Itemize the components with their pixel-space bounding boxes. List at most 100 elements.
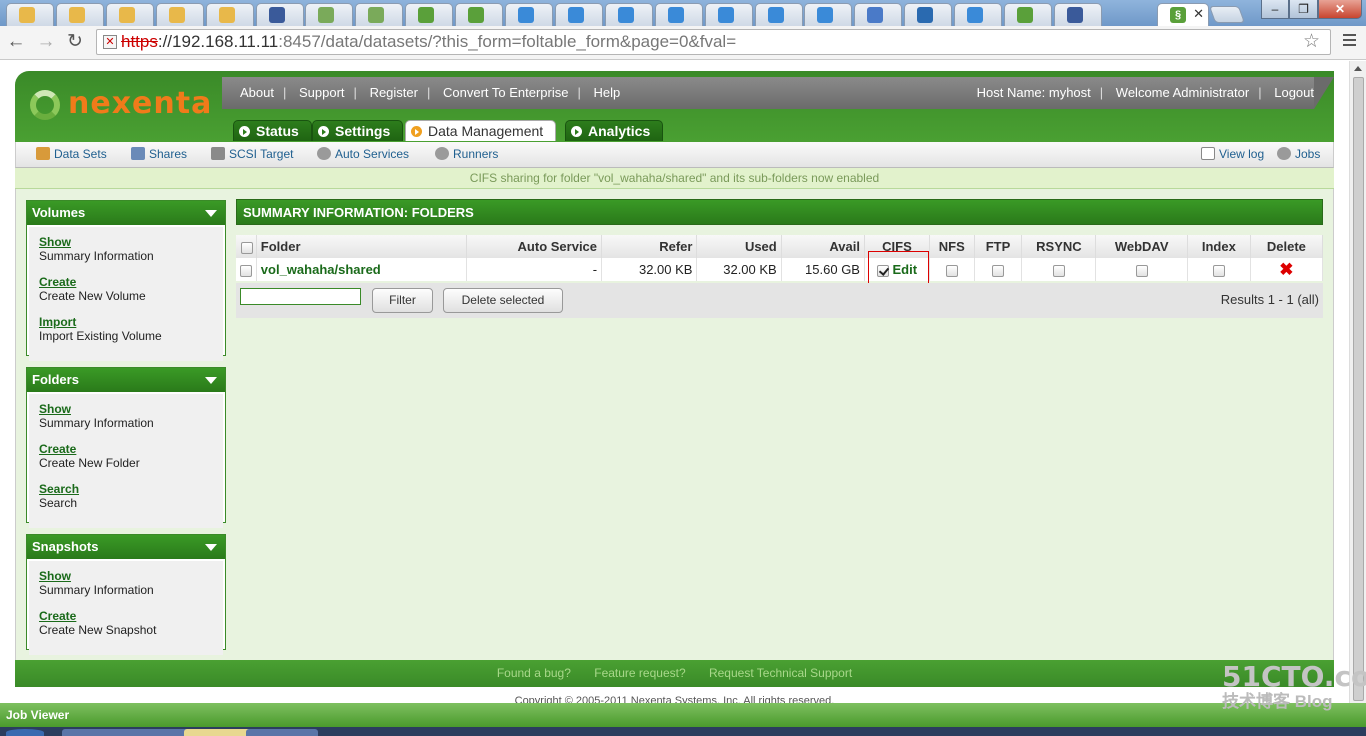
browser-tab[interactable] — [105, 3, 154, 26]
maximize-button[interactable]: ❐ — [1289, 0, 1318, 19]
browser-tab[interactable] — [704, 3, 753, 26]
scroll-up-arrow-icon[interactable] — [1354, 66, 1362, 71]
browser-tab[interactable] — [804, 3, 853, 26]
volumes-show-link[interactable]: Show — [39, 235, 213, 249]
subnav-auto-services[interactable]: Auto Services — [317, 147, 409, 161]
tech-support-link[interactable]: Request Technical Support — [709, 666, 852, 680]
browser-tab[interactable] — [904, 3, 953, 26]
minimize-button[interactable]: – — [1261, 0, 1289, 19]
volumes-import-link[interactable]: Import — [39, 315, 213, 329]
col-auto-service[interactable]: Auto Service — [466, 235, 603, 258]
volumes-create-link[interactable]: Create — [39, 275, 213, 289]
bookmark-star-icon[interactable]: ☆ — [1303, 30, 1320, 54]
feature-request-link[interactable]: Feature request? — [594, 666, 685, 680]
convert-enterprise-link[interactable]: Convert To Enterprise — [443, 85, 569, 100]
close-window-button[interactable]: ✕ — [1318, 0, 1362, 19]
browser-tab[interactable] — [255, 3, 304, 26]
browser-tab[interactable] — [205, 3, 254, 26]
filter-button[interactable]: Filter — [372, 288, 433, 313]
folders-panel: Folders Show Summary Information Create … — [26, 367, 226, 528]
browser-tab[interactable] — [754, 3, 803, 26]
browser-tab[interactable] — [355, 3, 404, 26]
row-select-checkbox[interactable] — [240, 264, 252, 277]
browser-tab[interactable] — [654, 3, 703, 26]
start-button[interactable] — [6, 729, 44, 736]
found-bug-link[interactable]: Found a bug? — [497, 666, 571, 680]
tab-data-management[interactable]: Data Management — [405, 120, 557, 141]
browser-tab[interactable] — [305, 3, 354, 26]
tools-icon — [211, 147, 225, 160]
folders-create-link[interactable]: Create — [39, 442, 213, 456]
browser-menu-icon[interactable] — [1338, 31, 1360, 55]
view-log-link[interactable]: View log — [1201, 147, 1264, 161]
jobs-link[interactable]: Jobs — [1277, 147, 1320, 161]
volumes-panel-header[interactable]: Volumes — [27, 201, 225, 225]
subnav-shares[interactable]: Shares — [131, 147, 187, 161]
logo-swirl-icon — [30, 90, 60, 120]
browser-tab[interactable] — [954, 3, 1003, 26]
webdav-checkbox[interactable] — [1135, 264, 1148, 277]
select-all-checkbox[interactable] — [240, 241, 253, 254]
browser-tab[interactable] — [55, 3, 104, 26]
snapshots-panel-header[interactable]: Snapshots — [27, 535, 225, 559]
delete-selected-button[interactable]: Delete selected — [443, 288, 563, 313]
browser-tab[interactable] — [554, 3, 603, 26]
col-folder[interactable]: Folder — [256, 235, 467, 258]
folder-name-link[interactable]: vol_wahaha/shared — [256, 258, 467, 281]
taskbar-app-4[interactable] — [246, 729, 318, 736]
job-viewer-bar[interactable]: Job Viewer — [0, 703, 1366, 727]
reload-icon[interactable]: ↻ — [64, 30, 86, 54]
browser-tab[interactable] — [604, 3, 653, 26]
register-link[interactable]: Register — [370, 85, 418, 100]
col-used[interactable]: Used — [696, 235, 782, 258]
help-link[interactable]: Help — [594, 85, 621, 100]
page-scrollbar[interactable] — [1349, 61, 1366, 703]
scroll-thumb[interactable] — [1353, 77, 1364, 701]
subnav-data-sets[interactable]: Data Sets — [36, 147, 107, 161]
folders-panel-header[interactable]: Folders — [27, 368, 225, 392]
collapse-arrow-icon[interactable] — [205, 210, 217, 217]
support-link[interactable]: Support — [299, 85, 345, 100]
folders-search-link[interactable]: Search — [39, 482, 213, 496]
snapshots-show-link[interactable]: Show — [39, 569, 213, 583]
browser-tab[interactable] — [455, 3, 504, 26]
snapshots-panel: Snapshots Show Summary Information Creat… — [26, 534, 226, 655]
collapse-arrow-icon[interactable] — [205, 544, 217, 551]
folders-show-link[interactable]: Show — [39, 402, 213, 416]
browser-tab[interactable] — [854, 3, 903, 26]
browser-tab[interactable] — [6, 3, 54, 26]
filter-input[interactable] — [240, 288, 361, 305]
logout-link[interactable]: Logout — [1274, 85, 1314, 100]
address-bar[interactable]: ✕ https://192.168.11.11:8457/data/datase… — [96, 29, 1331, 55]
col-refer[interactable]: Refer — [601, 235, 698, 258]
forward-arrow-icon[interactable]: → — [35, 30, 57, 54]
subnav-label: Jobs — [1295, 147, 1321, 161]
nfs-checkbox[interactable] — [945, 264, 958, 277]
back-arrow-icon[interactable]: ← — [5, 30, 27, 54]
browser-tab[interactable] — [155, 3, 204, 26]
table-row: vol_wahaha/shared - 32.00 KB 32.00 KB 15… — [236, 258, 1324, 281]
new-tab-button[interactable] — [1208, 6, 1246, 23]
browser-tab[interactable] — [405, 3, 454, 26]
delete-icon[interactable]: ✖ — [1250, 258, 1324, 281]
browser-tab-active[interactable]: § ✕ — [1157, 3, 1209, 26]
collapse-arrow-icon[interactable] — [205, 377, 217, 384]
browser-tab[interactable] — [505, 3, 553, 26]
browser-tab[interactable] — [1004, 3, 1052, 26]
snapshots-create-link[interactable]: Create — [39, 609, 213, 623]
shares-icon — [131, 147, 145, 160]
about-link[interactable]: About — [240, 85, 274, 100]
rsync-checkbox[interactable] — [1052, 264, 1065, 277]
nexenta-logo[interactable]: nexenta — [30, 86, 220, 126]
subnav-scsi-target[interactable]: SCSI Target — [211, 147, 293, 161]
browser-tab[interactable] — [1053, 3, 1102, 26]
filter-bar: Filter Delete selected Results 1 - 1 (al… — [236, 283, 1323, 318]
subnav-runners[interactable]: Runners — [435, 147, 498, 161]
tab-status[interactable]: Status — [233, 120, 312, 141]
col-avail[interactable]: Avail — [781, 235, 865, 258]
tab-analytics[interactable]: Analytics — [565, 120, 664, 141]
ftp-checkbox[interactable] — [992, 264, 1004, 277]
tab-settings[interactable]: Settings — [312, 120, 404, 141]
index-checkbox[interactable] — [1212, 264, 1225, 277]
close-tab-icon[interactable]: ✕ — [1193, 6, 1204, 22]
